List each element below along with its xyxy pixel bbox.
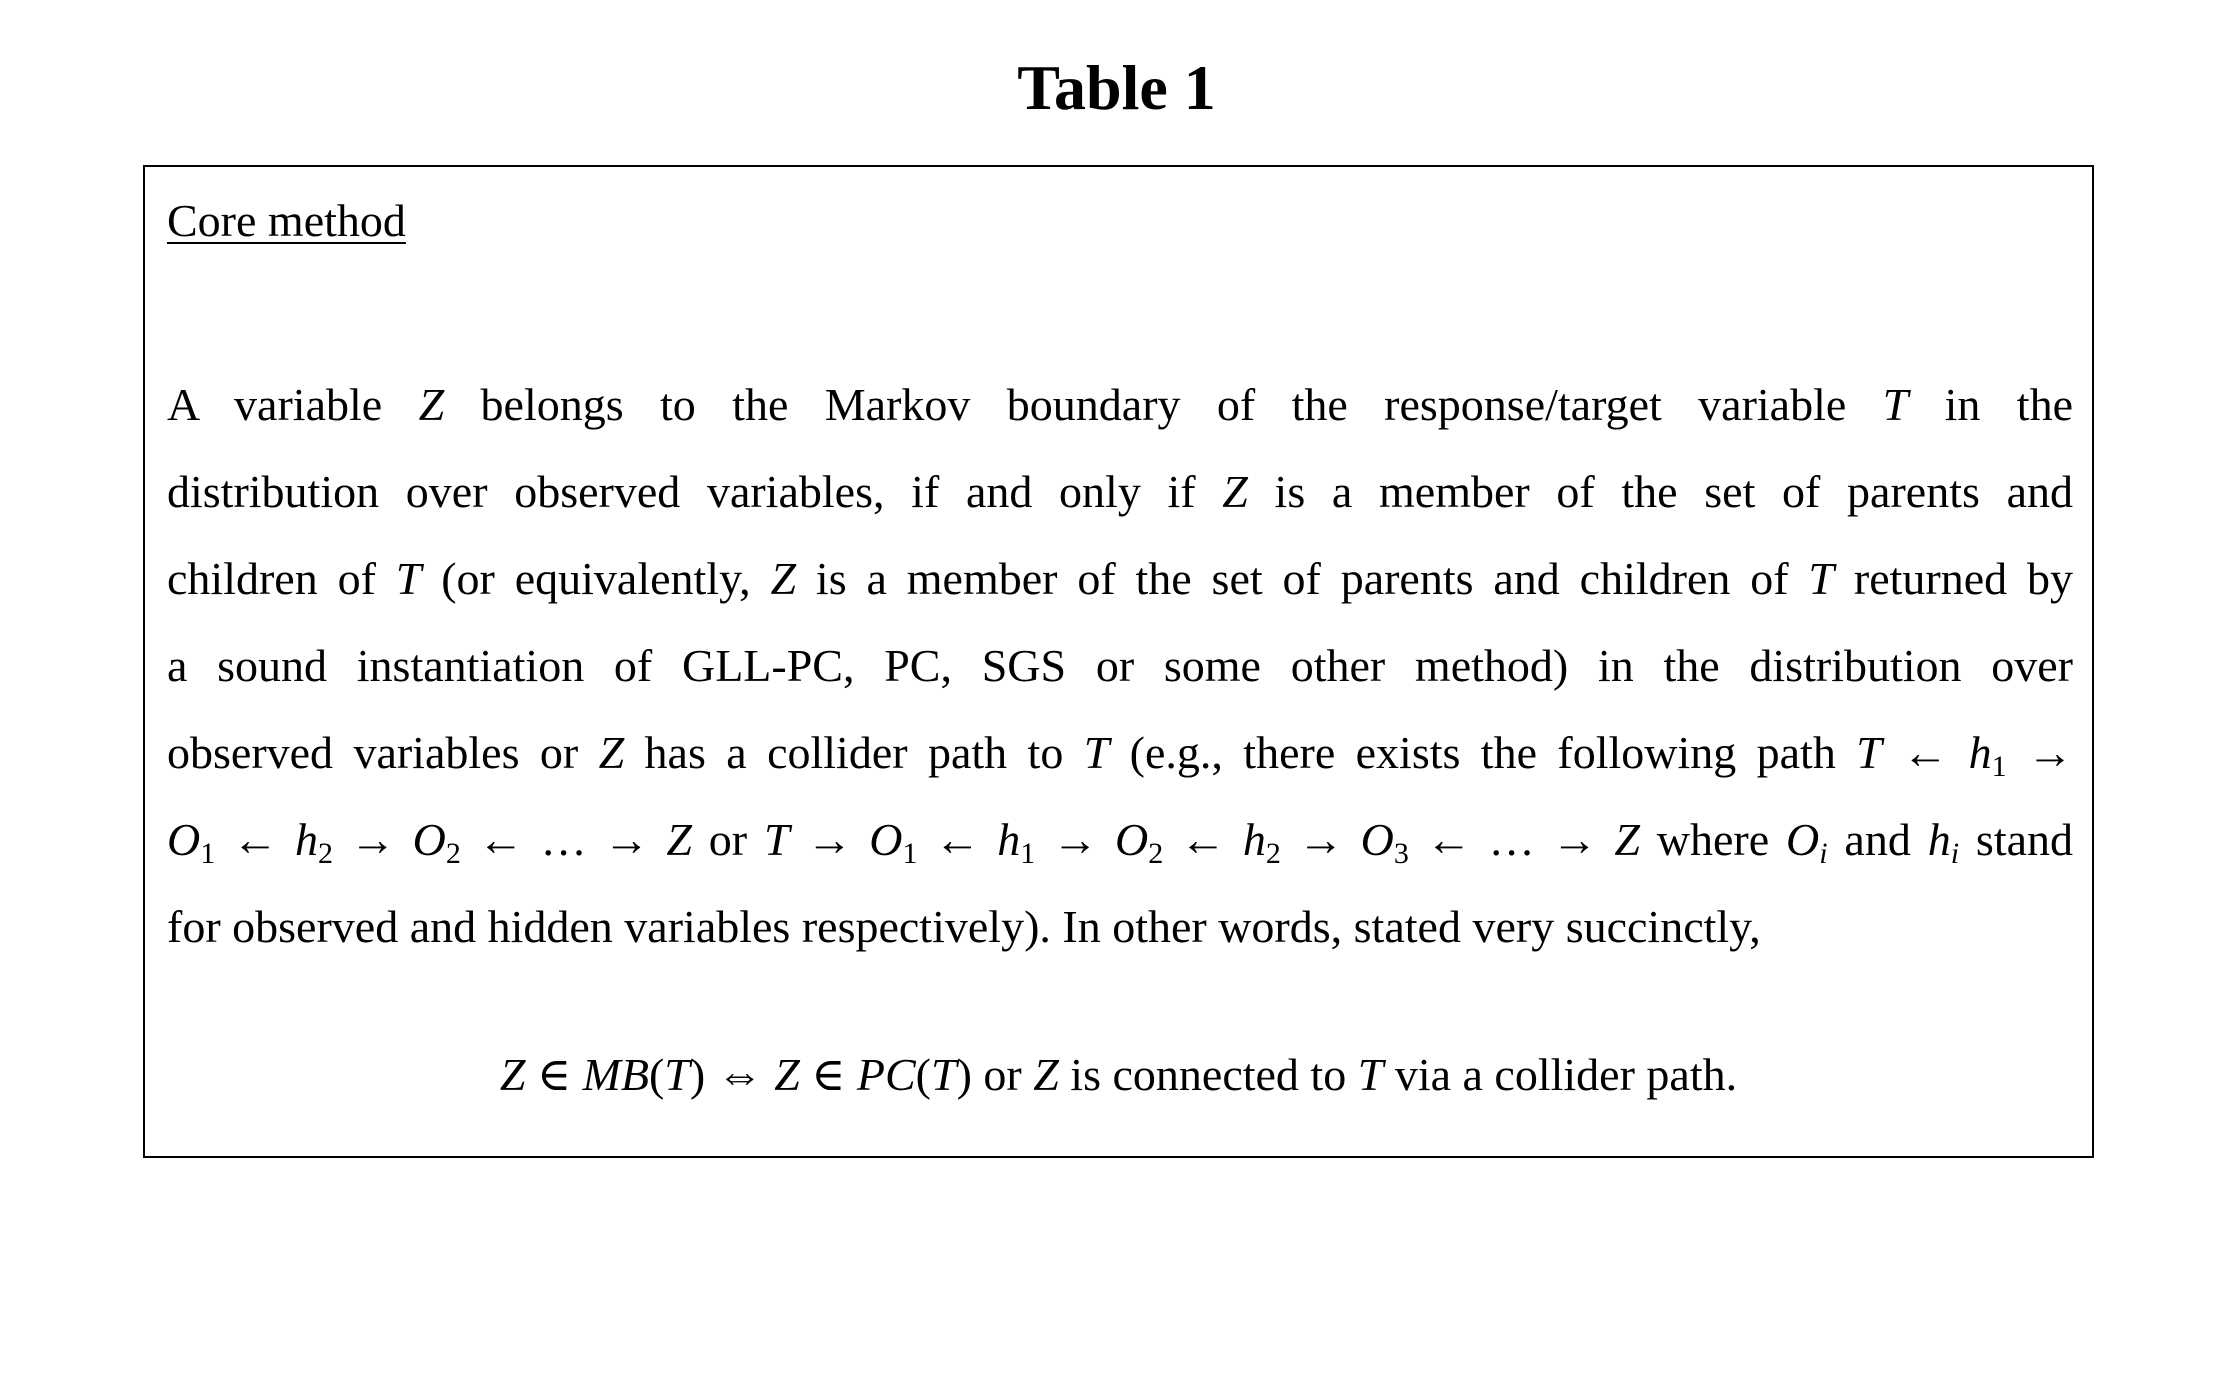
math-variable: T — [664, 1049, 690, 1100]
paragraph-line: A variable Z belongs to the Markov bound… — [167, 361, 2073, 448]
math-variable: T — [1882, 379, 1909, 430]
subscript: 3 — [1393, 837, 1409, 870]
subscript: 2 — [1148, 837, 1164, 870]
paragraph-line: O1 ← h2 → O2 ← … → Z or T → O1 ← h1 → O2… — [167, 796, 2073, 883]
paragraph-line: a sound instantiation of GLL-PC, PC, SGS… — [167, 622, 2073, 709]
subscript: 1 — [200, 837, 216, 870]
math-variable: h — [1968, 727, 1992, 778]
text-run: ) ⇔ — [689, 1049, 775, 1100]
text-run: ← … → — [1408, 814, 1615, 865]
math-variable: Z — [1614, 814, 1640, 865]
section-heading: Core method — [167, 195, 406, 246]
text-run: and — [1827, 814, 1928, 865]
math-variable: MB — [582, 1049, 649, 1100]
text-run: ∈ — [799, 1049, 857, 1100]
math-variable: Z — [598, 727, 625, 778]
text-run: a sound instantiation of GLL-PC, PC, SGS… — [167, 640, 2073, 691]
math-variable: O — [1114, 814, 1149, 865]
text-run: → — [332, 814, 413, 865]
text-run: is a member of the set of parents and ch… — [796, 553, 1809, 604]
math-variable: O — [869, 814, 903, 865]
math-variable: T — [1083, 727, 1110, 778]
text-run: observed variables or — [167, 727, 599, 778]
text-run: is a member of the set of parents and — [1247, 466, 2073, 517]
table-title: Table 1 — [1017, 52, 1216, 123]
text-run: → — [789, 814, 870, 865]
math-variable: O — [1786, 814, 1820, 865]
math-variable: h — [294, 814, 318, 865]
math-variable: T — [763, 814, 790, 865]
text-run: ( — [915, 1049, 931, 1100]
math-variable: T — [930, 1049, 957, 1100]
text-run: A variable — [167, 379, 419, 430]
text-run: ( — [648, 1049, 665, 1100]
subscript: 1 — [1991, 750, 2007, 783]
paragraph-line: distribution over observed variables, if… — [167, 448, 2073, 535]
subscript: 2 — [1265, 837, 1281, 870]
text-run: (e.g., there exists the following path — [1109, 727, 1857, 778]
text-run: in the — [1908, 379, 2073, 430]
math-variable: O — [1360, 814, 1394, 865]
text-run: via a collider path. — [1383, 1049, 1738, 1100]
paragraph-line: children of T (or equivalently, Z is a m… — [167, 535, 2073, 622]
math-variable: Z — [1222, 466, 1248, 517]
text-run: stand — [1959, 814, 2074, 865]
math-variable: PC — [856, 1049, 916, 1100]
text-run: distribution over observed variables, if… — [167, 466, 1223, 517]
definition-paragraph: A variable Z belongs to the Markov bound… — [167, 361, 2073, 970]
text-run: → — [2006, 727, 2073, 778]
math-variable: O — [167, 814, 201, 865]
text-run: ∈ — [525, 1049, 583, 1100]
text-run: ← — [917, 814, 998, 865]
text-run: is connected to — [1058, 1049, 1358, 1100]
math-variable: Z — [770, 553, 797, 604]
math-variable: Z — [1033, 1049, 1059, 1100]
text-run: has a collider path to — [624, 727, 1084, 778]
table-box: Core method A variable Z belongs to the … — [143, 165, 2094, 1158]
math-variable: Z — [666, 814, 692, 865]
text-run: children of — [167, 553, 396, 604]
text-run: ← — [1881, 727, 1969, 778]
paragraph-line: for observed and hidden variables respec… — [167, 883, 2073, 970]
math-variable: T — [395, 553, 422, 604]
math-variable: O — [412, 814, 446, 865]
text-run: returned by — [1834, 553, 2073, 604]
markov-boundary-formula: Z ∈ MB(T) ⇔ Z ∈ PC(T) or Z is connected … — [145, 1047, 2092, 1103]
subscript: i — [1950, 837, 1960, 870]
text-run: (or equivalently, — [421, 553, 771, 604]
subscript: 1 — [1020, 837, 1036, 870]
math-variable: h — [997, 814, 1021, 865]
math-variable: Z — [499, 1049, 526, 1100]
text-run: → — [1280, 814, 1361, 865]
math-variable: h — [1242, 814, 1266, 865]
subscript: 2 — [445, 837, 461, 870]
subscript: 2 — [317, 837, 333, 870]
text-run: → — [1035, 814, 1115, 865]
math-variable: T — [1856, 727, 1882, 778]
text-run: where — [1639, 814, 1786, 865]
subscript: 1 — [902, 837, 918, 870]
math-variable: Z — [418, 379, 445, 430]
math-variable: h — [1927, 814, 1951, 865]
subscript: i — [1819, 837, 1828, 870]
math-variable: Z — [774, 1049, 800, 1100]
text-run: ← — [1163, 814, 1243, 865]
text-run: or — [691, 814, 764, 865]
math-variable: T — [1808, 553, 1835, 604]
paragraph-line: observed variables or Z has a collider p… — [167, 709, 2073, 796]
text-run: belongs to the Markov boundary of the re… — [444, 379, 1883, 430]
text-run: ← … → — [460, 814, 667, 865]
text-run: ) or — [956, 1049, 1034, 1100]
math-variable: T — [1357, 1049, 1384, 1100]
text-run: for observed and hidden variables respec… — [167, 901, 1761, 952]
text-run: ← — [215, 814, 295, 865]
